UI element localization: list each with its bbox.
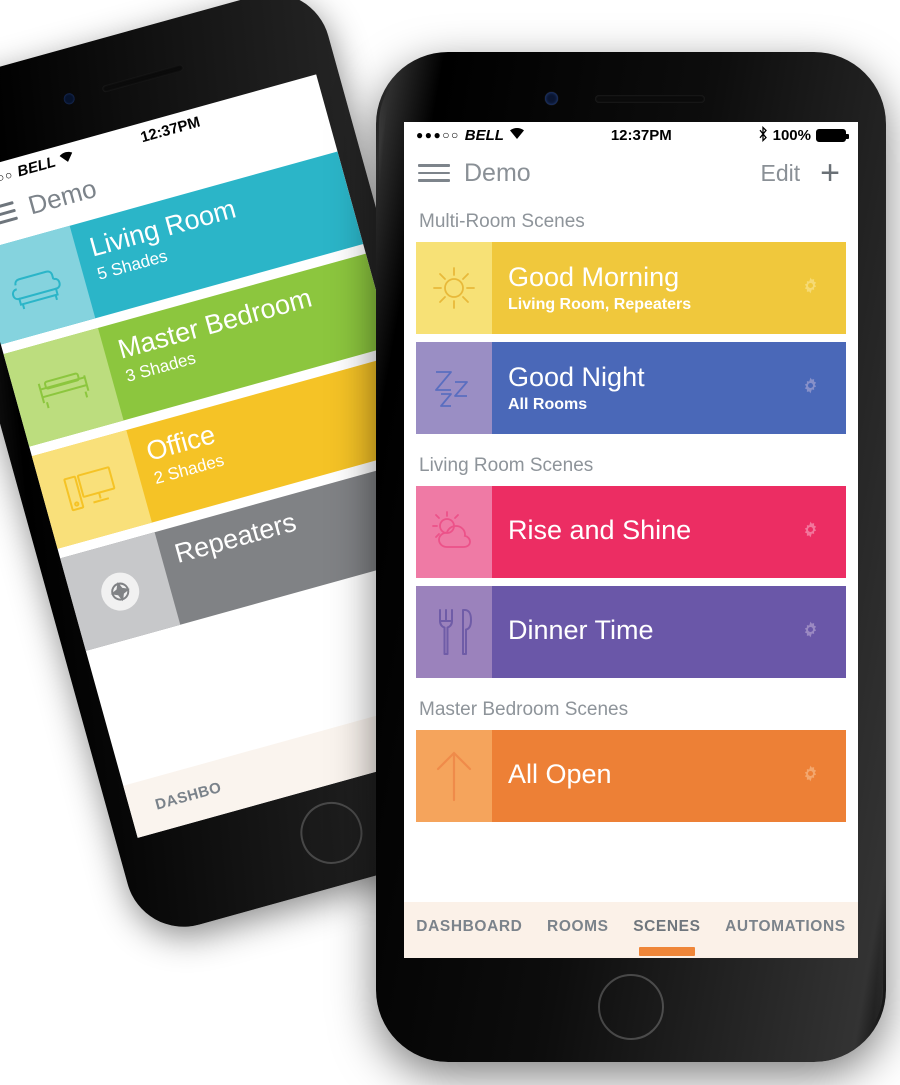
background-nav-title: Demo — [24, 172, 100, 221]
gear-icon[interactable] — [801, 620, 820, 644]
tab-rooms[interactable]: ROOMS — [547, 918, 609, 946]
arrow-up-icon — [416, 730, 492, 822]
sun-cloud-icon — [416, 486, 492, 578]
scene-subtitle: All Rooms — [508, 395, 588, 413]
status-time: 12:37PM — [610, 126, 672, 144]
section-header-living-room: Living Room Scenes — [419, 455, 594, 476]
earpiece-speaker — [595, 95, 705, 103]
scene-card-dinner-time[interactable]: Dinner Time — [416, 586, 846, 678]
tab-dashboard[interactable]: DASHBOARD — [416, 918, 522, 946]
scene-card-all-open[interactable]: All Open — [416, 730, 846, 822]
signal-dots-icon: ●●●○○ — [416, 128, 460, 142]
fork-knife-icon — [416, 586, 492, 678]
scene-name: Good Night — [508, 362, 645, 393]
screenshot-stage: ●●●○○ BELL 12:37PM Demo Living Room 5 Sh… — [0, 0, 900, 1085]
scene-name: All Open — [508, 759, 612, 790]
gear-icon[interactable] — [801, 764, 820, 788]
sun-icon — [416, 242, 492, 334]
front-camera-icon — [545, 92, 558, 105]
scene-subtitle: Living Room, Repeaters — [508, 295, 692, 313]
battery-percent-label: 100% — [772, 126, 811, 144]
carrier-label: BELL — [464, 126, 504, 144]
foreground-phone: ●●●○○ BELL 12:37PM 100% Demo Edit + Mult… — [376, 52, 886, 1062]
wifi-icon — [509, 127, 525, 143]
scene-name: Good Morning — [508, 262, 680, 293]
phone-screen: ●●●○○ BELL 12:37PM 100% Demo Edit + Mult… — [404, 122, 858, 958]
page-title: Demo — [464, 158, 531, 187]
tab-dashboard[interactable]: DASHBO — [153, 779, 223, 814]
scene-card-good-morning[interactable]: Good Morning Living Room, Repeaters — [416, 242, 846, 334]
zzz-sleep-icon — [416, 342, 492, 434]
add-button[interactable]: + — [820, 156, 840, 190]
bluetooth-icon — [758, 125, 768, 145]
tab-automations[interactable]: AUTOMATIONS — [725, 918, 846, 946]
battery-full-icon — [815, 128, 849, 142]
wifi-icon — [58, 148, 77, 168]
scene-name: Rise and Shine — [508, 515, 692, 546]
status-bar: ●●●○○ BELL 12:37PM 100% — [404, 122, 858, 148]
scene-card-good-night[interactable]: Good Night All Rooms — [416, 342, 846, 434]
section-header-multi-room: Multi-Room Scenes — [419, 211, 585, 232]
hamburger-menu-icon[interactable] — [418, 159, 450, 187]
app-navbar: Demo Edit + — [404, 148, 858, 198]
edit-button[interactable]: Edit — [761, 160, 801, 187]
scene-name: Dinner Time — [508, 615, 654, 646]
scene-card-rise-and-shine[interactable]: Rise and Shine — [416, 486, 846, 578]
gear-icon[interactable] — [801, 520, 820, 544]
bottom-tabbar: DASHBOARD ROOMS SCENES AUTOMATIONS — [404, 902, 858, 958]
scenes-list: Multi-Room Scenes Good Morning Living Ro… — [404, 198, 858, 902]
home-button[interactable] — [598, 974, 664, 1040]
tab-scenes[interactable]: SCENES — [633, 918, 700, 956]
section-header-master-bedroom: Master Bedroom Scenes — [419, 699, 629, 720]
gear-icon[interactable] — [801, 276, 820, 300]
hamburger-menu-icon[interactable] — [0, 196, 19, 233]
gear-icon[interactable] — [801, 376, 820, 400]
